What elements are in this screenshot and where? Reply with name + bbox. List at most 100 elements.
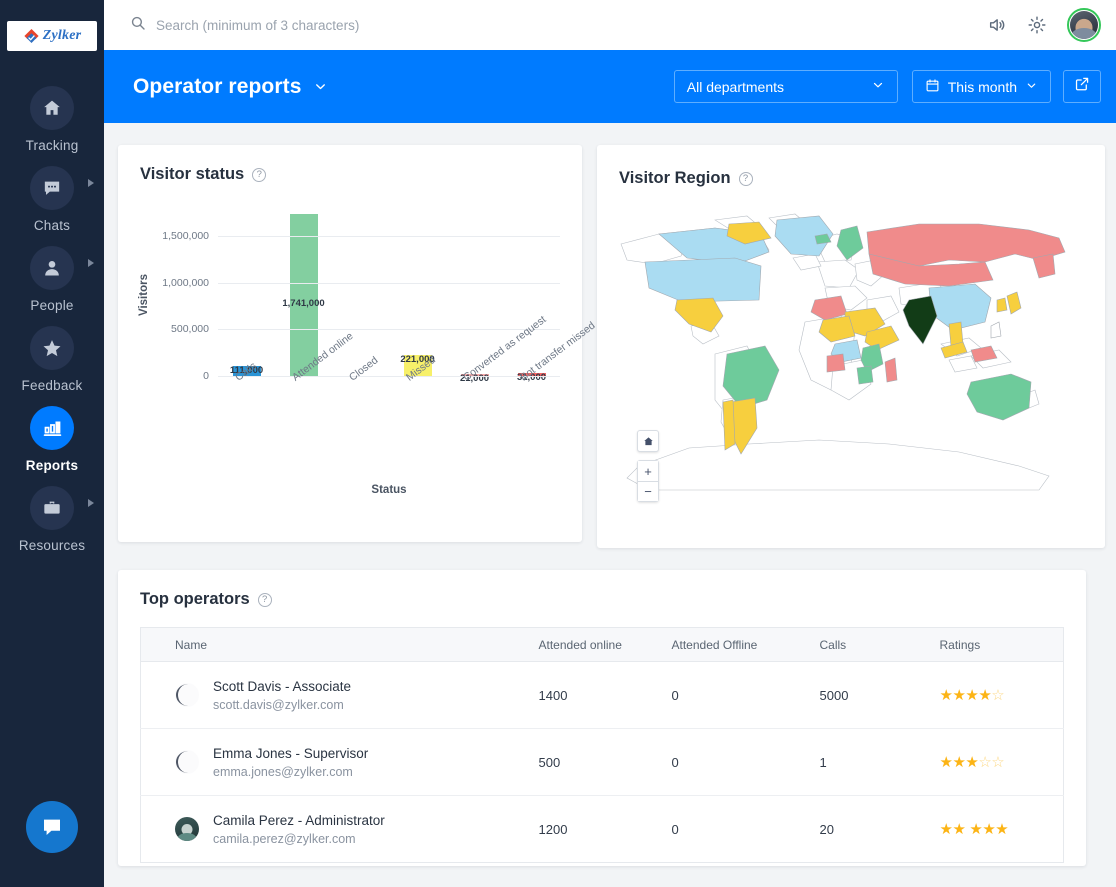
person-icon — [30, 246, 74, 290]
visitor-region-title-row: Visitor Region ? — [619, 169, 1083, 188]
sidebar: Zylker Tracking Chats People Feedback Re… — [0, 0, 104, 887]
chevron-down-icon — [1025, 79, 1038, 95]
region-mexico — [674, 297, 724, 333]
help-icon[interactable]: ? — [252, 167, 267, 182]
world-map-svg — [620, 213, 1066, 491]
star-icon — [30, 326, 74, 370]
table-row[interactable]: Scott Davis - Associate scott.davis@zylke… — [140, 661, 1064, 729]
sidebar-item-label: Resources — [18, 538, 86, 553]
brand-logo[interactable]: Zylker — [7, 21, 97, 51]
card-title-text: Visitor Region — [619, 169, 731, 187]
chart-x-labels: Calls Attended online Closed Missed Converte… — [218, 314, 597, 464]
x-axis-label: Status — [371, 484, 407, 496]
speaker-icon[interactable] — [987, 15, 1007, 35]
zylker-diamond-icon — [23, 28, 40, 45]
briefcase-icon — [30, 486, 74, 530]
chevron-right-icon — [88, 179, 94, 187]
cell-ratings: ★★★★☆ — [927, 661, 1064, 729]
region-australia — [966, 373, 1032, 421]
date-range-filter[interactable]: This month — [911, 70, 1051, 103]
cell-attended-online: 1200 — [538, 821, 568, 837]
column-header-name[interactable]: Name — [140, 627, 527, 662]
map-zoom-out-button[interactable]: − — [637, 481, 659, 502]
cell-attended-offline: 0 — [671, 821, 679, 837]
card-title-text: Top operators — [140, 590, 250, 608]
calendar-icon — [925, 78, 940, 96]
operator-avatar — [175, 683, 199, 707]
chart-bar-slot[interactable]: 111,000 — [218, 208, 275, 376]
sidebar-item-reports[interactable]: Reports — [0, 397, 104, 477]
bar-chart-icon — [30, 406, 74, 450]
y-axis-label: Visitors — [138, 274, 150, 316]
table-row[interactable]: Camila Perez - Administrator camila.perez… — [141, 796, 1064, 863]
region-india — [902, 295, 938, 345]
sidebar-item-chats[interactable]: Chats — [0, 157, 104, 237]
search-input[interactable] — [156, 17, 576, 33]
department-filter[interactable]: All departments — [673, 70, 898, 103]
map-zoom-in-button[interactable]: + — [637, 460, 659, 481]
rating-stars: ★★ ★★★ — [939, 821, 1009, 838]
cell-attended-offline: 0 — [659, 728, 808, 796]
cell-calls: 5000 — [807, 661, 928, 729]
top-operators-title-row: Top operators ? — [140, 590, 1064, 609]
top-operators-table: Name Attended online Attended Offline Ca… — [140, 627, 1064, 863]
chart-gridline: 1,500,000 — [162, 230, 560, 242]
chevron-down-icon[interactable] — [313, 79, 328, 94]
sidebar-item-tracking[interactable]: Tracking — [0, 77, 104, 157]
sidebar-item-resources[interactable]: Resources — [0, 477, 104, 557]
table-row[interactable]: Emma Jones - Supervisor emma.jones@zylker… — [140, 728, 1064, 796]
page-title: Operator reports — [133, 74, 302, 98]
user-avatar[interactable] — [1067, 8, 1101, 42]
sidebar-item-label: Chats — [33, 218, 71, 233]
region-angola — [826, 353, 846, 373]
region-madagascar — [884, 357, 898, 383]
help-icon[interactable]: ? — [257, 592, 272, 607]
export-button[interactable] — [1063, 70, 1101, 103]
sidebar-item-people[interactable]: People — [0, 237, 104, 317]
dashboard-row-bottom: Top operators ? Name Attended online Att… — [104, 548, 1116, 866]
operator-email: emma.jones@zylker.com — [213, 764, 353, 779]
date-range-label: This month — [947, 78, 1017, 95]
sidebar-item-label: Feedback — [21, 378, 83, 393]
chart-gridline: 1,000,000 — [162, 277, 560, 289]
cell-name: Emma Jones - Supervisor emma.jones@zylker… — [140, 728, 527, 796]
home-icon — [30, 86, 74, 130]
map-home-button[interactable] — [637, 430, 659, 452]
chart-bar[interactable]: 1,741,000 — [282, 213, 325, 376]
card-title-text: Visitor status — [140, 165, 245, 183]
map-controls: + − — [637, 430, 659, 502]
cell-ratings: ★★ ★★★ — [928, 796, 1064, 863]
cell-attended-online: 1400 — [526, 661, 660, 729]
world-map[interactable]: + − — [619, 204, 1083, 524]
column-header-ratings[interactable]: Ratings — [927, 627, 1064, 662]
main-area: Operator reports All departments — [104, 0, 1116, 887]
column-header-attended-offline[interactable]: Attended Offline — [659, 627, 808, 662]
map-zoom-group: + − — [637, 460, 659, 502]
table-body: Scott Davis - Associate scott.davis@zylke… — [140, 661, 1064, 863]
avatar-image — [1070, 11, 1098, 39]
gear-icon[interactable] — [1027, 15, 1047, 35]
search-icon — [130, 15, 146, 36]
chat-icon — [30, 166, 74, 210]
search-box[interactable] — [130, 15, 987, 36]
cell-name: Scott Davis - Associate scott.davis@zylke… — [140, 661, 527, 729]
operator-email: camila.perez@zylker.com — [213, 831, 356, 846]
sidebar-item-label: Reports — [25, 458, 79, 473]
topbar-actions — [987, 8, 1101, 42]
operator-avatar — [175, 750, 199, 774]
help-icon[interactable]: ? — [738, 171, 753, 186]
cell-name: Camila Perez - Administrator camila.perez… — [141, 796, 527, 863]
external-link-icon — [1074, 76, 1090, 97]
chevron-right-icon — [88, 259, 94, 267]
visitor-status-title-row: Visitor status ? — [140, 165, 560, 184]
chevron-right-icon — [88, 499, 94, 507]
topbar — [104, 0, 1116, 50]
visitor-region-card: Visitor Region ? + − — [597, 145, 1105, 548]
sidebar-item-feedback[interactable]: Feedback — [0, 317, 104, 397]
chart-bar-slot[interactable]: 221,000 — [389, 208, 446, 376]
column-header-attended-online[interactable]: Attended online — [526, 627, 660, 662]
rating-stars: ★★★☆☆ — [939, 754, 1005, 771]
column-header-calls[interactable]: Calls — [807, 627, 928, 662]
chart-y-tick: 500,000 — [171, 323, 209, 336]
chat-bubble-icon[interactable] — [26, 801, 78, 853]
